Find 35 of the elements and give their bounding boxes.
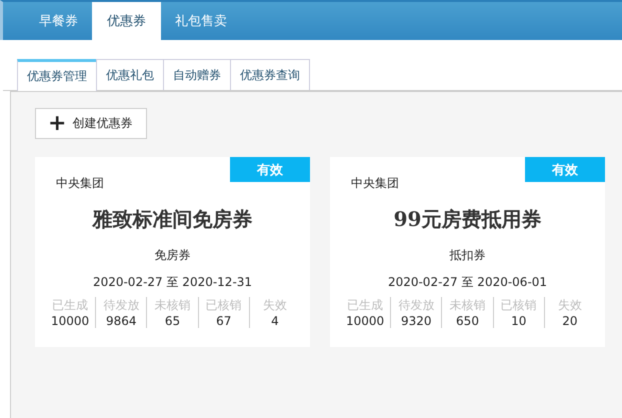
stat-value: 10 bbox=[511, 314, 526, 328]
coupon-type: 免房券 bbox=[154, 247, 190, 264]
stat-value: 20 bbox=[562, 314, 578, 328]
stat-value: 10000 bbox=[346, 314, 384, 328]
sub-tab[interactable]: 优惠券查询 bbox=[230, 59, 310, 90]
stat-label: 失效 bbox=[558, 297, 582, 314]
stat-label: 未核销 bbox=[154, 297, 190, 314]
plus-icon: + bbox=[48, 112, 66, 134]
stat-value: 9864 bbox=[106, 314, 137, 328]
stat-label: 未核销 bbox=[450, 297, 486, 314]
stat-label: 待发放 bbox=[103, 297, 140, 314]
status-badge: 有效 bbox=[230, 157, 310, 182]
status-badge: 有效 bbox=[525, 157, 605, 182]
coupon-type: 抵扣券 bbox=[450, 247, 486, 264]
stat-value: 650 bbox=[456, 314, 479, 328]
stat-value: 9320 bbox=[401, 314, 432, 328]
coupon-title: 雅致标准间免房券 bbox=[92, 206, 252, 233]
stat-value: 67 bbox=[216, 314, 232, 328]
sub-tab[interactable]: 优惠券管理 bbox=[17, 59, 97, 91]
stat-value: 65 bbox=[164, 314, 180, 328]
stat-label: 已生成 bbox=[52, 297, 88, 314]
create-coupon-button[interactable]: + 创建优惠券 bbox=[35, 108, 147, 139]
stat-label: 待发放 bbox=[398, 297, 434, 314]
stat-label: 已核销 bbox=[500, 297, 537, 314]
issuer-name: 中央集团 bbox=[56, 175, 104, 192]
coupon-title: 99元房费抵用券 bbox=[394, 206, 542, 233]
stat-value: 10000 bbox=[51, 314, 90, 328]
stat-label: 失效 bbox=[262, 297, 287, 314]
stat-label: 已核销 bbox=[206, 297, 242, 314]
stat-value: 4 bbox=[271, 314, 279, 328]
validity-period: 2020-02-27 至 2020-12-31 bbox=[92, 274, 252, 291]
validity-period: 2020-02-27 至 2020-06-01 bbox=[388, 274, 548, 291]
top-tab[interactable]: 优惠券 bbox=[92, 2, 161, 40]
issuer-name: 中央集团 bbox=[351, 175, 399, 192]
stat-label: 已生成 bbox=[347, 297, 384, 314]
